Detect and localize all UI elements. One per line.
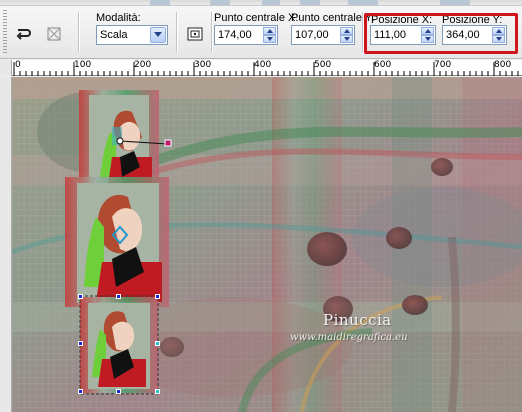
mode-select-value: Scala xyxy=(100,29,128,41)
toolbar-grip[interactable] xyxy=(3,10,7,54)
app-window: Modalità: Scala Punto centrale X: 174,00… xyxy=(0,0,522,412)
tool-options-toolbar: Modalità: Scala Punto centrale X: 174,00… xyxy=(0,6,522,59)
spin-up-icon[interactable] xyxy=(340,27,353,35)
resize-handle[interactable] xyxy=(78,294,83,299)
mode-select[interactable]: Scala xyxy=(96,25,168,45)
portrait-tile-bottom xyxy=(80,297,158,393)
transform-icon xyxy=(47,27,61,41)
chevron-down-icon[interactable] xyxy=(150,27,166,43)
apply-button[interactable] xyxy=(41,22,67,46)
resize-handle[interactable] xyxy=(78,389,83,394)
ruler-label: 200 xyxy=(134,60,152,70)
watermark-title: Pinuccia xyxy=(323,311,392,329)
mode-label: Modalità: xyxy=(96,12,141,24)
spin-up-icon[interactable] xyxy=(263,27,276,35)
center-x-input[interactable]: 174,00 xyxy=(214,25,278,45)
position-highlight-box xyxy=(364,13,518,54)
resize-handle[interactable] xyxy=(155,294,160,299)
reset-button[interactable] xyxy=(10,22,36,46)
watermark-url: www.maidiregrafica.eu xyxy=(290,332,408,343)
center-y-value: 107,00 xyxy=(295,29,329,41)
ruler-label: 700 xyxy=(434,60,452,70)
canvas-artwork xyxy=(12,77,522,412)
portrait-tile-middle xyxy=(65,177,169,307)
ruler-label: 400 xyxy=(254,60,272,70)
center-y-input[interactable]: 107,00 xyxy=(291,25,355,45)
resize-handle[interactable] xyxy=(78,341,83,346)
center-point-button[interactable] xyxy=(182,22,208,46)
spin-down-icon[interactable] xyxy=(340,35,353,43)
resize-handle[interactable] xyxy=(116,389,121,394)
resize-handle[interactable] xyxy=(155,341,160,346)
resize-handle[interactable] xyxy=(116,294,121,299)
center-point-icon xyxy=(187,27,203,41)
center-x-value: 174,00 xyxy=(218,29,252,41)
center-x-label: Punto centrale X: xyxy=(214,12,299,24)
image-canvas[interactable]: Pinuccia www.maidiregrafica.eu xyxy=(12,77,522,412)
ruler-label: 100 xyxy=(74,60,92,70)
ruler-label: 500 xyxy=(314,60,332,70)
rotate-arrow-icon xyxy=(16,29,31,40)
horizontal-ruler: 0 100 200 300 400 500 600 700 800 xyxy=(0,60,522,76)
ruler-label: 0 xyxy=(15,60,21,70)
resize-handle[interactable] xyxy=(155,389,160,394)
ruler-label: 300 xyxy=(194,60,212,70)
ruler-label: 600 xyxy=(374,60,392,70)
spin-down-icon[interactable] xyxy=(263,35,276,43)
vertical-ruler xyxy=(0,77,12,412)
ruler-label: 800 xyxy=(494,60,512,70)
